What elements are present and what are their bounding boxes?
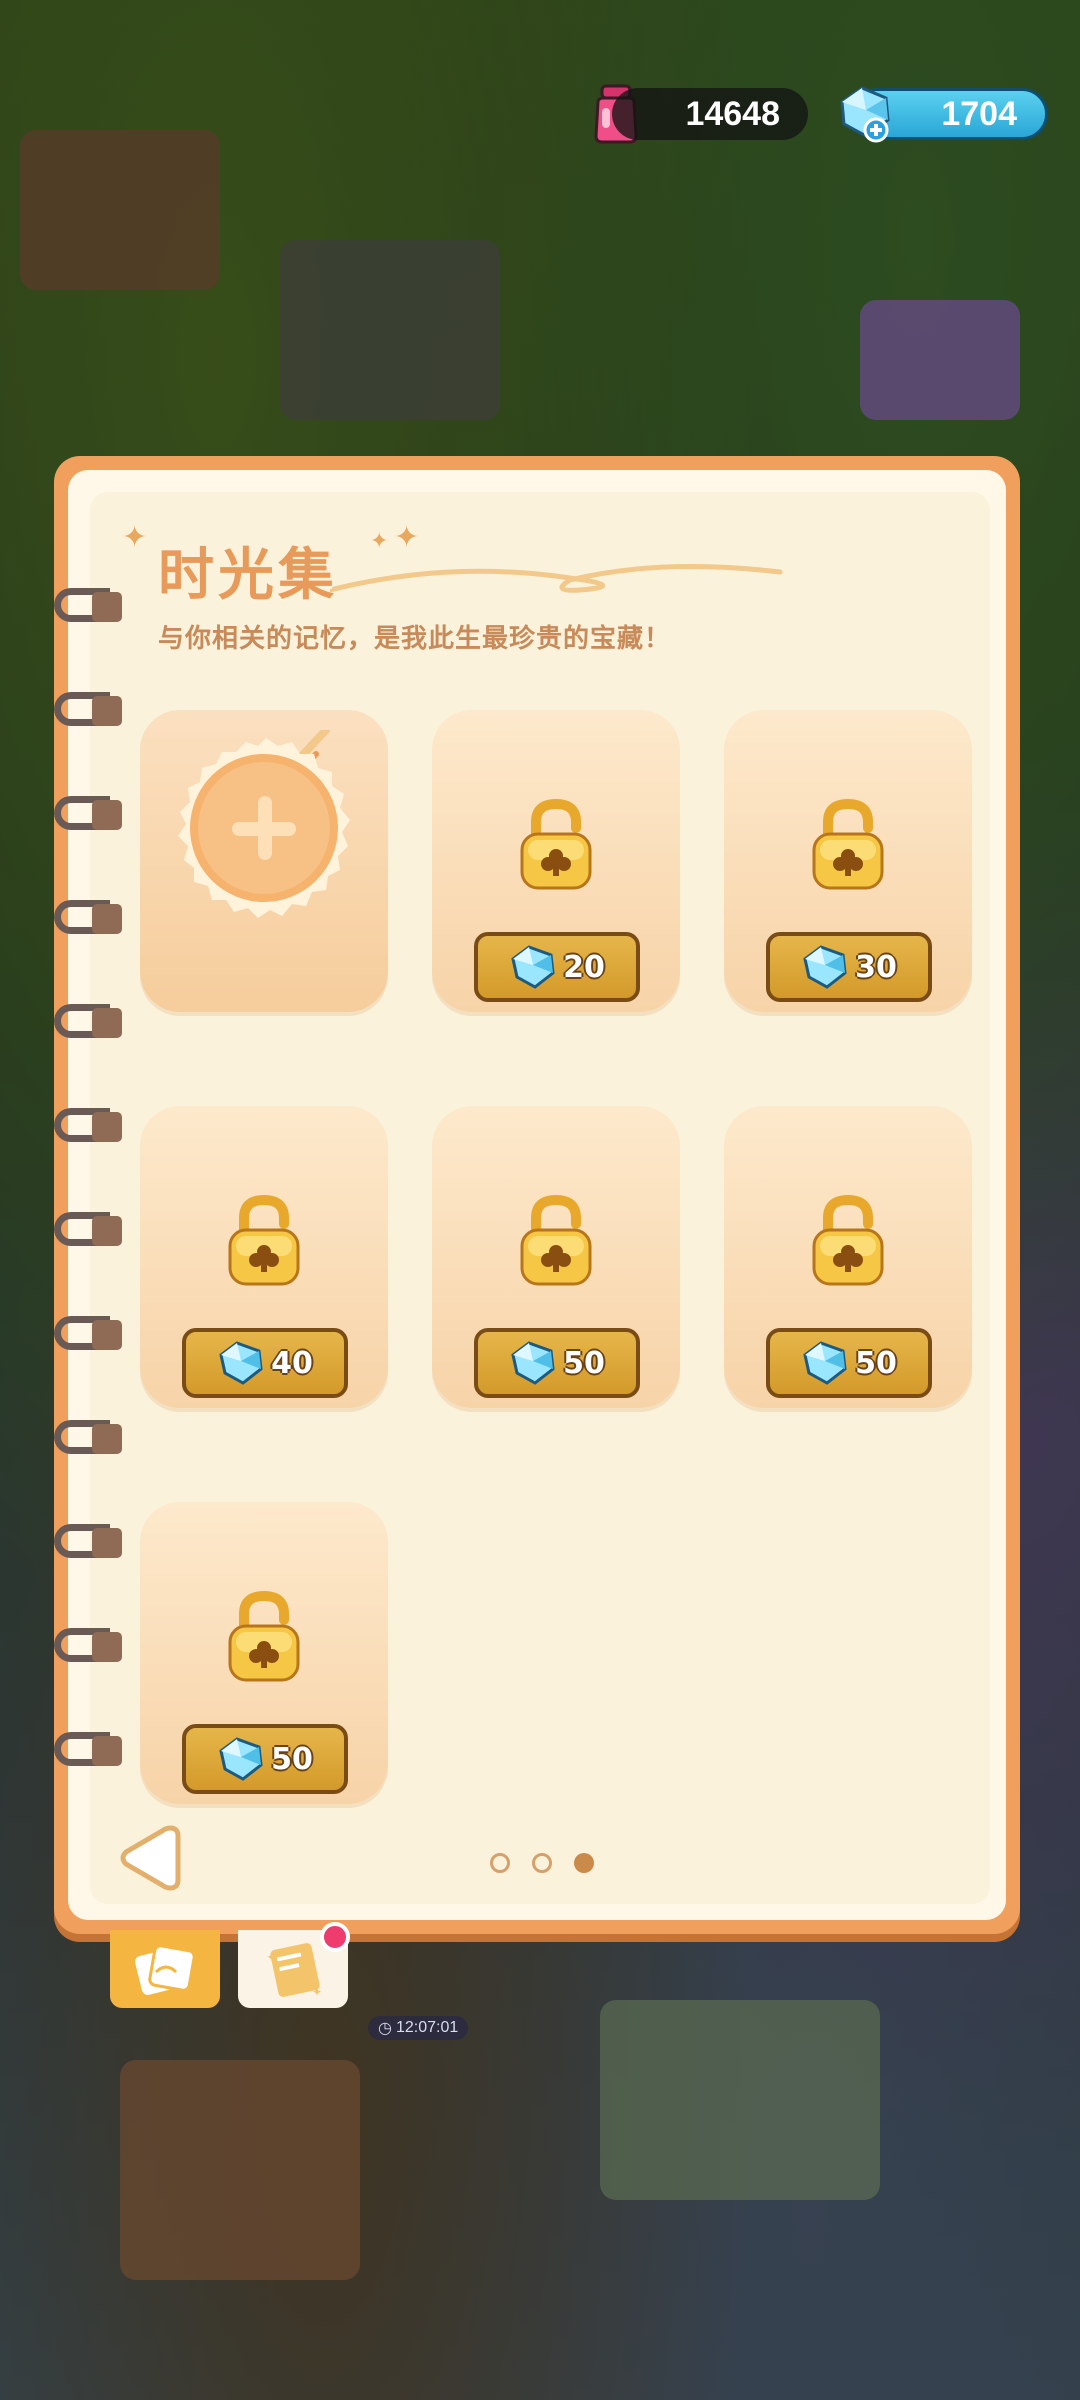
- back-arrow-button[interactable]: [118, 1822, 182, 1894]
- binder-ring: [54, 1316, 124, 1350]
- notebook-icon: ✦ ✦: [266, 1943, 322, 1999]
- gem-icon: [511, 945, 555, 989]
- photo-cards-icon: [135, 1944, 196, 1995]
- locked-memory-slot[interactable]: 30: [724, 710, 972, 1012]
- unlock-price-button[interactable]: 30: [766, 932, 932, 1002]
- gem-icon: [219, 1341, 263, 1385]
- notification-badge: [320, 1922, 350, 1952]
- locked-memory-slot[interactable]: 20: [432, 710, 680, 1012]
- binder-ring: [54, 1004, 124, 1038]
- lock-icon: [228, 1194, 300, 1286]
- svg-text:✦: ✦: [312, 1985, 322, 1999]
- title-swoosh-decoration: [330, 564, 783, 593]
- gem-icon: [219, 1737, 263, 1781]
- unlock-price-button[interactable]: 50: [766, 1328, 932, 1398]
- clock-icon: ◷: [378, 2020, 392, 2037]
- map-decoration: [280, 240, 500, 420]
- unlock-price-button[interactable]: 20: [474, 932, 640, 1002]
- panel-subtitle: 与你相关的记忆，是我此生最珍贵的宝藏！: [158, 624, 672, 654]
- price-value: 30: [855, 949, 897, 985]
- price-value: 50: [855, 1345, 897, 1381]
- locked-memory-slot[interactable]: 50: [432, 1106, 680, 1408]
- add-memory-slot[interactable]: [140, 710, 388, 1012]
- lock-icon: [520, 798, 592, 890]
- gem-icon: [803, 945, 847, 989]
- lock-icon: [812, 798, 884, 890]
- binder-ring: [54, 1524, 124, 1558]
- binder-ring: [54, 1420, 124, 1454]
- gem-count: 1704: [941, 94, 1017, 133]
- ink-count: 14648: [685, 94, 780, 133]
- binder-ring: [54, 692, 124, 726]
- svg-text:✦: ✦: [266, 1949, 278, 1965]
- ink-currency-counter[interactable]: 14648: [612, 88, 808, 140]
- price-value: 50: [271, 1741, 313, 1777]
- add-plus-icon: [178, 730, 350, 918]
- binder-ring: [54, 796, 124, 830]
- binder-ring: [54, 1212, 124, 1246]
- binder-ring: [54, 588, 124, 622]
- binder-ring: [54, 1628, 124, 1662]
- price-value: 20: [563, 949, 605, 985]
- gem-add-icon[interactable]: [832, 84, 896, 144]
- unlock-price-button[interactable]: 50: [182, 1724, 348, 1794]
- timer-value: 12:07:01: [395, 2019, 459, 2036]
- price-value: 40: [271, 1345, 313, 1381]
- map-decoration: [600, 2000, 880, 2200]
- map-decoration: [860, 300, 1020, 420]
- lock-icon: [520, 1194, 592, 1286]
- panel-title: 时光集: [158, 543, 338, 608]
- unlock-price-button[interactable]: 40: [182, 1328, 348, 1398]
- page-indicator-dot[interactable]: [490, 1853, 510, 1873]
- locked-memory-slot[interactable]: 50: [724, 1106, 972, 1408]
- binder-ring: [54, 1108, 124, 1142]
- binder-ring: [54, 900, 124, 934]
- page-indicator-dot-active[interactable]: [574, 1853, 594, 1873]
- lock-icon: [812, 1194, 884, 1286]
- binder-ring: [54, 1732, 124, 1766]
- page-indicator-dot[interactable]: [532, 1853, 552, 1873]
- gem-icon: [803, 1341, 847, 1385]
- unlock-price-button[interactable]: 50: [474, 1328, 640, 1398]
- sparkle-icon: ✦: [122, 521, 148, 554]
- gem-icon: [511, 1341, 555, 1385]
- price-value: 50: [563, 1345, 605, 1381]
- locked-memory-slot[interactable]: 40: [140, 1106, 388, 1408]
- locked-memory-slot[interactable]: 50: [140, 1502, 388, 1804]
- map-decoration: [120, 2060, 360, 2280]
- building-timer: ◷ 12:07:01: [368, 2016, 469, 2040]
- map-decoration: [20, 130, 220, 290]
- tab-memory-collection[interactable]: [110, 1930, 220, 2008]
- lock-icon: [228, 1590, 300, 1682]
